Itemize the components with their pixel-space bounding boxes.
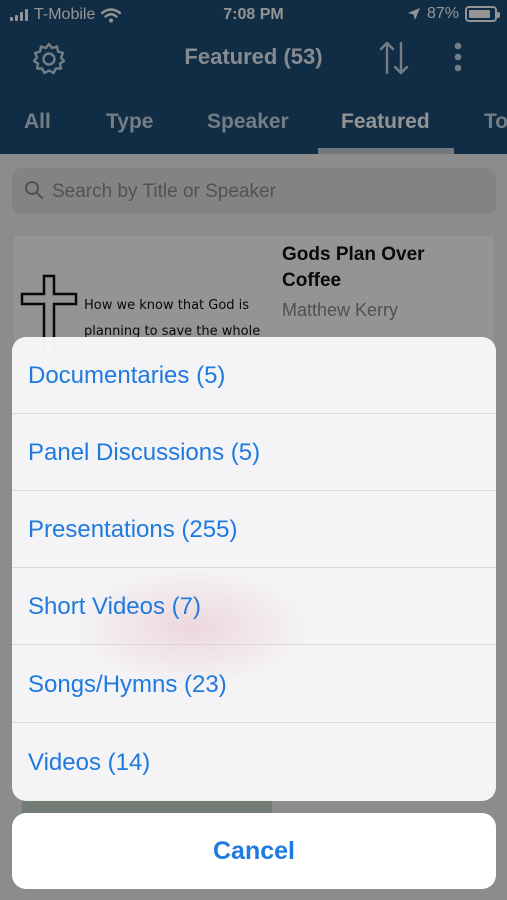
option-presentations[interactable]: Presentations (255)	[12, 491, 496, 568]
option-label: Songs/Hymns (23)	[28, 671, 227, 698]
cancel-label: Cancel	[213, 837, 295, 865]
cancel-button[interactable]: Cancel	[12, 813, 496, 889]
action-sheet: Documentaries (5) Panel Discussions (5) …	[12, 337, 496, 801]
option-label: Presentations (255)	[28, 516, 238, 543]
option-label: Documentaries (5)	[28, 362, 226, 389]
option-panel-discussions[interactable]: Panel Discussions (5)	[12, 414, 496, 491]
option-short-videos[interactable]: Short Videos (7)	[12, 568, 496, 645]
option-label: Videos (14)	[28, 749, 151, 776]
option-label: Short Videos (7)	[28, 593, 201, 620]
option-label: Panel Discussions (5)	[28, 439, 261, 466]
option-songs-hymns[interactable]: Songs/Hymns (23)	[12, 646, 496, 723]
option-videos[interactable]: Videos (14)	[12, 724, 496, 801]
option-documentaries[interactable]: Documentaries (5)	[12, 337, 496, 414]
